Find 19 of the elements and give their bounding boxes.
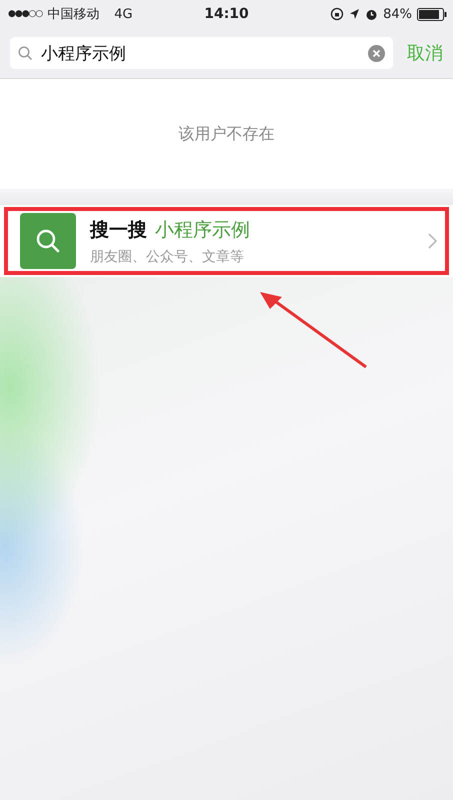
alarm-clock-icon: [365, 8, 378, 20]
clock-time: 14:10: [204, 6, 249, 22]
search-query: 小程序示例: [155, 218, 250, 242]
battery-percent: 84%: [383, 6, 412, 22]
search-field[interactable]: 小程序示例: [10, 37, 393, 69]
chevron-right-icon: [428, 233, 437, 249]
battery-icon: [417, 8, 447, 20]
network-type: 4G: [114, 6, 133, 22]
result-title: 搜一搜: [90, 218, 147, 242]
search-icon: [18, 46, 33, 60]
search-icon: [20, 213, 76, 269]
location-arrow-icon: [349, 8, 360, 20]
no-user-message: 该用户不存在: [178, 124, 274, 144]
rotation-lock-icon: [330, 7, 344, 21]
clear-icon[interactable]: [368, 44, 385, 62]
result-subtitle: 朋友圈、公众号、文章等: [90, 248, 245, 266]
signal-strength: ●●●○○: [8, 9, 42, 19]
search-input[interactable]: 小程序示例: [39, 42, 362, 64]
carrier-name: 中国移动: [47, 6, 100, 23]
